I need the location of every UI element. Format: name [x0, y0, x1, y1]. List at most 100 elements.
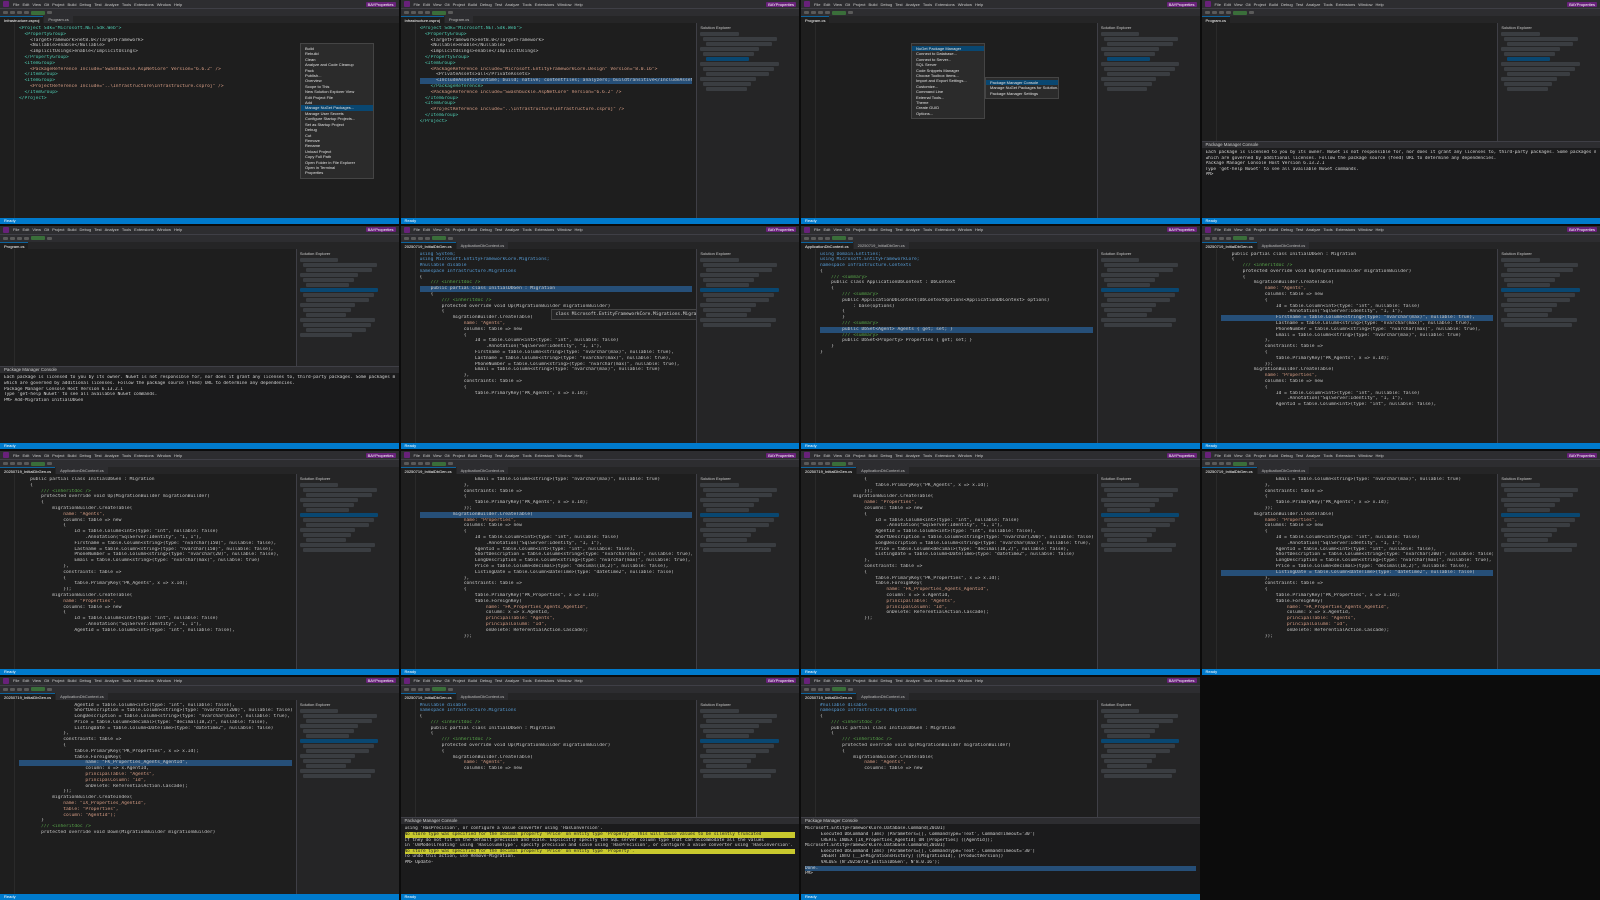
document-tab[interactable]: 20250719_InitialDbGen.cs	[853, 241, 909, 249]
menu-item-help[interactable]: Help	[174, 2, 182, 7]
run-button[interactable]	[31, 687, 45, 691]
tree-node[interactable]	[706, 267, 773, 272]
menu-item-view[interactable]: View	[433, 227, 442, 232]
tree-node[interactable]	[1106, 538, 1148, 542]
code-editor[interactable]: NuGet Package Manager Connect to Database…	[801, 23, 1097, 218]
forward-icon[interactable]	[410, 11, 416, 14]
menu-item-git[interactable]: Git	[44, 2, 49, 7]
tree-node[interactable]	[1103, 503, 1155, 507]
menu-item-build[interactable]: Build	[468, 453, 477, 458]
menu-item-analyze[interactable]: Analyze	[1306, 453, 1320, 458]
back-icon[interactable]	[1204, 462, 1210, 465]
back-icon[interactable]	[3, 687, 8, 691]
document-tab[interactable]: ApplicationDbContext.cs	[801, 241, 853, 249]
code-area[interactable]: Email = table.Column<string>(type: "nvar…	[416, 474, 697, 669]
menu-item-view[interactable]: View	[32, 453, 41, 458]
undo-icon[interactable]	[424, 687, 430, 691]
menu-item-debug[interactable]: Debug	[880, 227, 892, 232]
tree-node[interactable]	[299, 543, 376, 547]
menu-item-extensions[interactable]: Extensions	[1336, 453, 1356, 458]
document-tab[interactable]: 20250719_InitialDbGen.cs	[801, 692, 857, 700]
tree-node[interactable]	[302, 713, 377, 718]
tree-node[interactable]	[700, 513, 779, 517]
code-editor[interactable]: <Project Sdk="Microsoft.NET.Sdk.Web"> <P…	[0, 23, 399, 218]
code-area[interactable]: using Domain.Entities; using Microsoft.En…	[816, 249, 1097, 444]
tree-node[interactable]	[1504, 518, 1576, 522]
settings-icon[interactable]	[447, 462, 453, 465]
tree-node[interactable]	[1103, 292, 1175, 297]
code-area[interactable]	[15, 249, 296, 367]
menu-item-test[interactable]: Test	[1296, 2, 1303, 7]
menu-item-analyze[interactable]: Analyze	[1306, 2, 1320, 7]
back-icon[interactable]	[3, 236, 8, 240]
menu-item-edit[interactable]: Edit	[22, 227, 29, 232]
menu-item-analyze[interactable]: Analyze	[505, 227, 519, 232]
menu-item-build[interactable]: Build	[1269, 453, 1278, 458]
menu-item-test[interactable]: Test	[895, 2, 902, 7]
tree-node[interactable]	[700, 723, 759, 728]
settings-icon[interactable]	[848, 687, 853, 691]
code-editor[interactable]: Email = table.Column<string>(type: "nvar…	[400, 474, 697, 669]
menu-item-extensions[interactable]: Extensions	[535, 2, 555, 7]
menu-item-test[interactable]: Test	[94, 678, 101, 683]
menu-item-project[interactable]: Project	[453, 2, 465, 7]
code-area[interactable]: using System; using Microsoft.EntityFrame…	[416, 249, 697, 444]
menu-item-debug[interactable]: Debug	[79, 227, 91, 232]
tree-node[interactable]	[706, 42, 773, 46]
menu-item-build[interactable]: Build	[68, 453, 77, 458]
tree-node[interactable]	[703, 37, 777, 41]
menu-item-test[interactable]: Test	[895, 453, 902, 458]
tree-node[interactable]	[1103, 82, 1152, 86]
menu-item-help[interactable]: Help	[574, 2, 582, 7]
settings-icon[interactable]	[447, 687, 453, 691]
back-icon[interactable]	[403, 11, 409, 14]
tree-node[interactable]	[1501, 32, 1540, 36]
code-area[interactable]: #nullable disable namespace Infrastructur…	[416, 700, 697, 818]
document-tab[interactable]: ApplicationDbContext.cs	[1257, 467, 1310, 474]
menu-item-git[interactable]: Git	[444, 227, 449, 232]
tree-node[interactable]	[305, 297, 369, 302]
tree-node[interactable]	[1100, 272, 1160, 277]
menu-item-edit[interactable]: Edit	[1224, 453, 1231, 458]
menu-item-debug[interactable]: Debug	[480, 453, 492, 458]
tree-node[interactable]	[1507, 493, 1574, 497]
tree-node[interactable]	[302, 292, 374, 297]
forward-icon[interactable]	[10, 687, 15, 691]
menu-item-project[interactable]: Project	[853, 2, 865, 7]
back-icon[interactable]	[804, 11, 809, 14]
menu-item-extensions[interactable]: Extensions	[935, 227, 955, 232]
run-button[interactable]	[431, 461, 446, 466]
tree-node[interactable]	[1507, 72, 1571, 76]
settings-icon[interactable]	[47, 687, 52, 691]
menu-item-debug[interactable]: Debug	[1281, 453, 1293, 458]
menu-item-test[interactable]: Test	[94, 453, 101, 458]
menu-item-test[interactable]: Test	[94, 2, 101, 7]
undo-icon[interactable]	[1225, 462, 1231, 465]
menu-item-file[interactable]: File	[1215, 2, 1221, 7]
document-tab[interactable]: ApplicationDbContext.cs	[456, 241, 509, 249]
menu-item-tools[interactable]: Tools	[122, 2, 131, 7]
menu-item-build[interactable]: Build	[68, 227, 77, 232]
menu-item-build[interactable]: Build	[68, 678, 77, 683]
tree-node[interactable]	[703, 277, 755, 282]
menu-item-analyze[interactable]: Analyze	[906, 678, 920, 683]
tree-node[interactable]	[1504, 277, 1556, 282]
save-icon[interactable]	[417, 11, 423, 14]
tree-node[interactable]	[305, 267, 372, 272]
document-tab[interactable]: Infrastructure.csproj	[400, 16, 444, 23]
menu-item-tools[interactable]: Tools	[522, 2, 531, 7]
menu-item-help[interactable]: Help	[975, 227, 983, 232]
tree-node[interactable]	[706, 493, 773, 497]
menu-item-project[interactable]: Project	[52, 453, 64, 458]
menu-item-window[interactable]: Window	[557, 2, 571, 7]
back-icon[interactable]	[804, 462, 809, 465]
menu-item-git[interactable]: Git	[845, 227, 850, 232]
menu-item-file[interactable]: File	[414, 678, 420, 683]
tree-node[interactable]	[302, 533, 351, 537]
menu-item-git[interactable]: Git	[845, 2, 850, 7]
tree-node[interactable]	[1103, 262, 1178, 267]
menu-item-extensions[interactable]: Extensions	[134, 678, 154, 683]
tree-node[interactable]	[1100, 543, 1177, 547]
save-icon[interactable]	[818, 11, 823, 14]
tree-node[interactable]	[302, 488, 377, 492]
